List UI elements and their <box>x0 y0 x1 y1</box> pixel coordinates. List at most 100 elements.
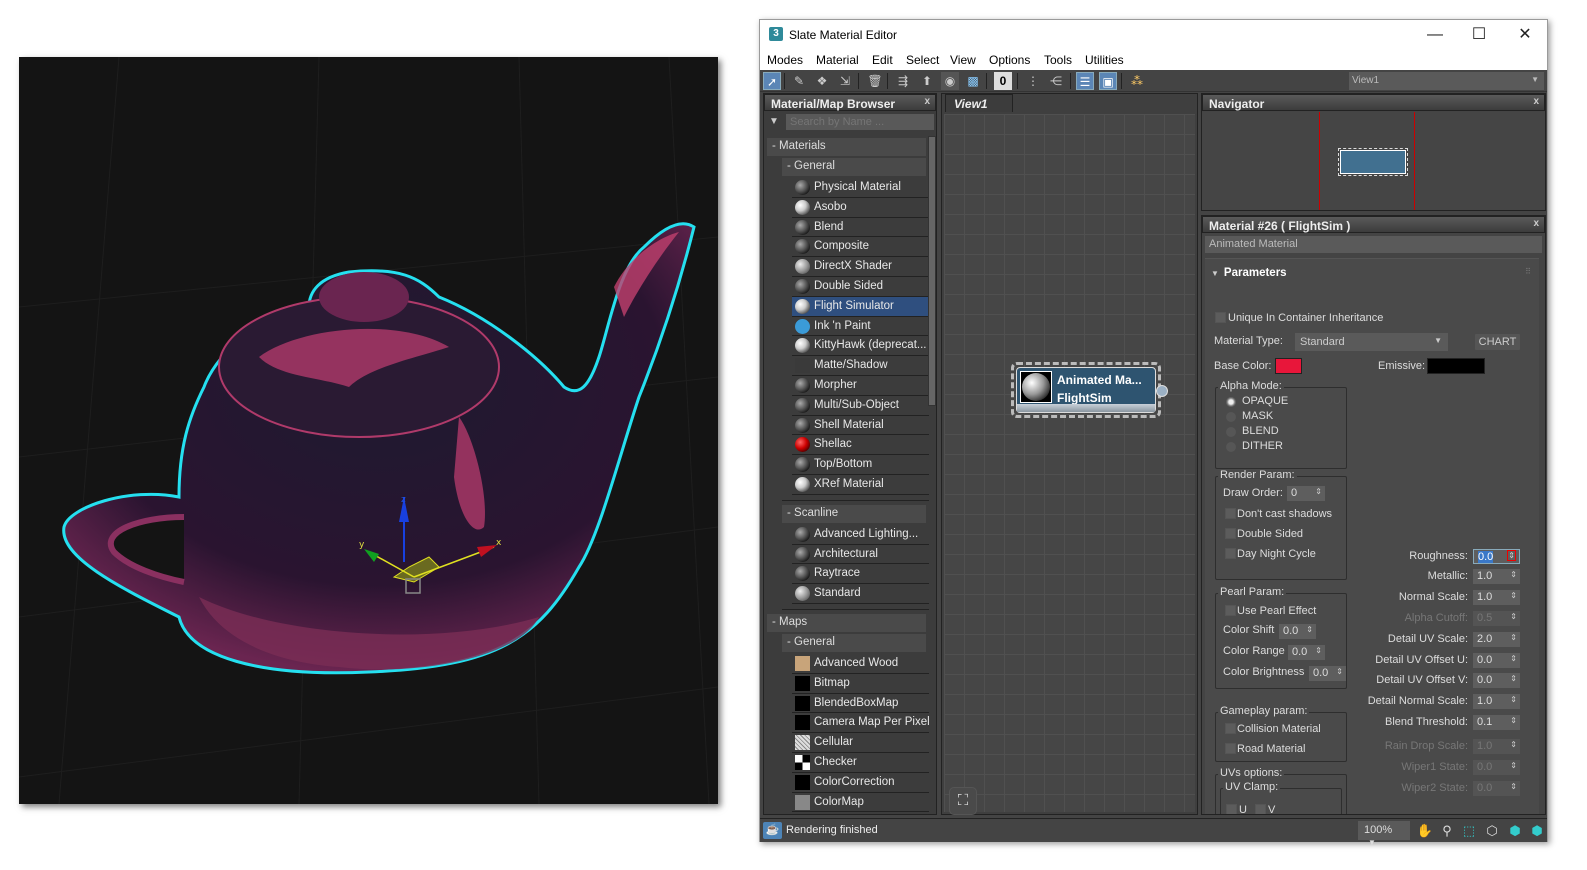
list-item[interactable]: BlendedBoxMap <box>792 694 929 714</box>
draw-order-spinner[interactable]: 0 ⇕ <box>1287 486 1325 501</box>
unique-inheritance-checkbox[interactable] <box>1215 312 1226 323</box>
spinner-field[interactable]: 1.0 ⇕ <box>1473 590 1520 605</box>
alpha-dither-radio[interactable] <box>1226 442 1236 452</box>
zoom-extents-selected-icon[interactable]: ⬢ <box>1506 822 1524 840</box>
menu-view[interactable]: View <box>950 53 976 67</box>
dont-cast-shadows-checkbox[interactable] <box>1225 508 1236 519</box>
emissive-swatch[interactable] <box>1427 358 1485 374</box>
search-input[interactable] <box>786 114 934 130</box>
spinner-field[interactable]: 1.0 ⇕ <box>1473 694 1520 709</box>
list-item[interactable]: Architectural <box>792 545 929 565</box>
close-button[interactable]: ✕ <box>1510 24 1540 46</box>
spinner-arrows-icon[interactable]: ⇕ <box>1510 674 1517 683</box>
chart-button[interactable]: CHART <box>1474 333 1521 351</box>
list-item[interactable]: Shellac <box>792 435 929 456</box>
list-item[interactable]: Shell Material <box>792 416 929 436</box>
uv-clamp-u-checkbox[interactable] <box>1226 804 1237 814</box>
color-range-spinner[interactable]: 0.0 ⇕ <box>1288 645 1325 660</box>
alpha-blend-radio[interactable] <box>1226 427 1236 437</box>
alpha-mask-radio[interactable] <box>1226 412 1236 422</box>
put-to-scene-icon[interactable]: ⇲ <box>836 72 854 90</box>
base-color-swatch[interactable] <box>1275 358 1302 374</box>
spinner-arrows-icon[interactable]: ⇕ <box>1510 570 1517 579</box>
delete-icon[interactable]: 🗑 <box>866 72 884 90</box>
spinner-arrows-icon[interactable]: ⇕ <box>1510 612 1517 621</box>
list-item[interactable]: Raytrace <box>792 564 929 585</box>
view-select-dropdown[interactable]: View1 ▼ <box>1349 72 1544 90</box>
spinner-arrows-icon[interactable]: ⇕ <box>1510 782 1517 791</box>
list-item[interactable]: Advanced Lighting... <box>792 525 929 545</box>
spinner-arrows-icon[interactable]: ⇕ <box>1510 654 1517 663</box>
list-item[interactable]: Bitmap <box>792 674 929 694</box>
hide-params-icon[interactable]: ▣ <box>1099 72 1117 90</box>
spinner-field[interactable]: 0.0 ⇕ <box>1473 760 1520 775</box>
menu-material[interactable]: Material <box>816 53 859 67</box>
color-shift-spinner[interactable]: 0.0 ⇕ <box>1279 624 1316 639</box>
list-item[interactable]: Composite <box>792 237 929 258</box>
teapot-render-icon[interactable]: ☕ <box>763 822 782 839</box>
list-item[interactable]: Cellular <box>792 733 929 753</box>
pick-material-icon[interactable]: ❖ <box>813 72 831 90</box>
list-item[interactable]: Morpher <box>792 376 929 396</box>
color-brightness-spinner[interactable]: 0.0 ⇕ <box>1309 666 1346 681</box>
select-arrow-icon[interactable]: ➚ <box>763 72 781 90</box>
list-item[interactable]: Blend <box>792 218 929 238</box>
list-item[interactable]: ColorCorrection <box>792 773 929 793</box>
parameters-rollout-header[interactable]: ▼ Parameters <box>1211 267 1287 279</box>
node-canvas[interactable]: Animated Ma... FlightSim ⛶ <box>944 114 1195 815</box>
fit-view-icon[interactable]: ⬢ <box>1528 822 1546 840</box>
spinner-field[interactable]: 0.5 ⇕ <box>1473 611 1520 626</box>
drag-handle-icon[interactable]: ⠿ <box>1525 267 1531 276</box>
group-scanline[interactable]: - Scanline <box>782 504 926 523</box>
menu-modes[interactable]: Modes <box>767 53 803 67</box>
list-item[interactable]: XRef Material <box>792 475 929 495</box>
spinner-field[interactable]: 0.1 ⇕ <box>1473 715 1520 730</box>
spinner-arrows-icon[interactable]: ⇕ <box>1336 667 1343 676</box>
minimize-button[interactable]: — <box>1420 24 1450 46</box>
navigator-close-button[interactable]: x <box>1533 96 1539 107</box>
pan-hand-icon[interactable]: ✋ <box>1416 822 1434 840</box>
highlight-map-icon[interactable]: ⁂ <box>1128 72 1146 90</box>
menu-tools[interactable]: Tools <box>1044 53 1072 67</box>
output-socket[interactable] <box>1156 385 1168 397</box>
spinner-arrows-icon[interactable]: ⇕ <box>1510 695 1517 704</box>
uv-clamp-v-checkbox[interactable] <box>1255 804 1266 814</box>
list-item[interactable]: Checker <box>792 753 929 773</box>
list-item[interactable]: Multi/Sub-Object <box>792 396 929 416</box>
material-name-field[interactable]: Animated Material <box>1205 236 1542 253</box>
spinner-field[interactable]: 0.0 ⇕ <box>1473 653 1520 668</box>
checker-background-icon[interactable]: ▩ <box>964 72 982 90</box>
background-icon[interactable]: ◉ <box>941 72 959 90</box>
spinner-arrows-icon[interactable]: ⇕ <box>1510 740 1517 749</box>
show-params-icon[interactable]: ☰ <box>1076 72 1094 90</box>
spinner-field[interactable]: 2.0 ⇕ <box>1473 632 1520 647</box>
day-night-cycle-checkbox[interactable] <box>1225 548 1236 559</box>
list-item[interactable]: Matte/Shadow <box>792 356 929 376</box>
category-maps[interactable]: - Maps <box>767 613 926 632</box>
spinner-field[interactable]: 1.0 ⇕ <box>1473 569 1520 584</box>
menu-utilities[interactable]: Utilities <box>1085 53 1124 67</box>
list-item[interactable]: Top/Bottom <box>792 455 929 475</box>
spinner-arrows-icon[interactable]: ⇕ <box>1510 633 1517 642</box>
group-general[interactable]: - General <box>782 158 926 176</box>
menu-options[interactable]: Options <box>989 53 1030 67</box>
list-item[interactable]: Physical Material <box>792 178 929 198</box>
zoom-dropdown[interactable]: 100% ▼ <box>1358 821 1410 847</box>
zoom-magnifier-icon[interactable]: ⚲ <box>1438 822 1456 840</box>
assign-to-selection-icon[interactable]: ⬆ <box>918 72 936 90</box>
material-node[interactable]: Animated Ma... FlightSim <box>1011 362 1168 418</box>
move-children-icon[interactable]: ⇶ <box>894 72 912 90</box>
tab-view1[interactable]: View1 <box>945 94 1013 112</box>
list-item[interactable]: KittyHawk (deprecat... <box>792 336 929 357</box>
title-bar[interactable]: 3 Slate Material Editor — ☐ ✕ <box>760 20 1547 50</box>
material-id-icon[interactable]: 0 <box>994 72 1012 90</box>
double-sided-checkbox[interactable] <box>1225 528 1236 539</box>
layout-all-icon[interactable]: ⋮ <box>1024 72 1042 90</box>
spinner-arrows-icon[interactable]: ⇕ <box>1306 625 1313 634</box>
browser-close-button[interactable]: x <box>924 96 930 107</box>
spinner-field[interactable]: 1.0 ⇕ <box>1473 739 1520 754</box>
spinner-field[interactable]: 0.0 ⇕ <box>1473 673 1520 688</box>
spinner-arrows-icon[interactable]: ⇕ <box>1315 646 1322 655</box>
spinner-arrows-icon[interactable]: ⇕ <box>1510 591 1517 600</box>
spinner-arrows-icon[interactable]: ⇕ <box>1315 487 1322 496</box>
